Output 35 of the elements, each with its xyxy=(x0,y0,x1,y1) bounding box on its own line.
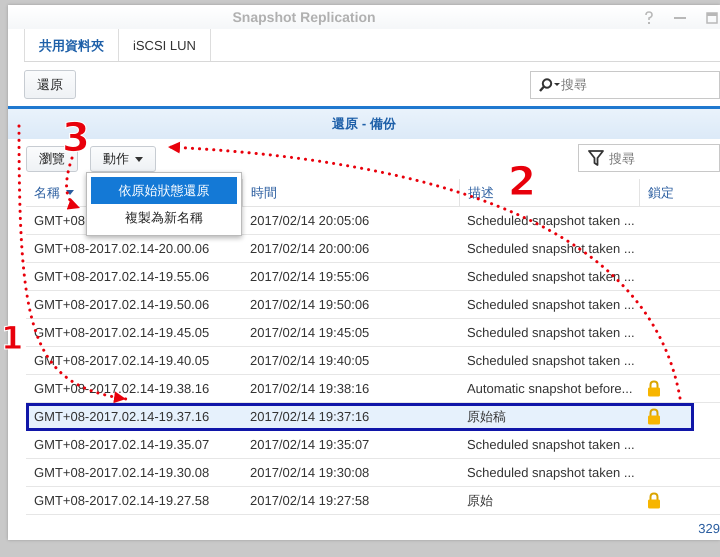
table-cell-text: 2017/02/14 19:38:16 xyxy=(249,381,370,396)
table-cell-text: 2017/02/14 19:37:16 xyxy=(249,409,370,424)
table-cell-text: GMT+08-2017.02.14-19.30.08 xyxy=(33,465,210,480)
table-cell-text: GMT+08 xyxy=(33,213,85,228)
panel-title: 還原 - 備份 xyxy=(332,115,396,133)
table-cell-text: 2017/02/14 19:30:08 xyxy=(249,465,370,480)
table-cell-text: 2017/02/14 19:40:05 xyxy=(249,353,370,368)
table-cell-text: 2017/02/14 19:45:05 xyxy=(249,325,370,340)
table-cell-text: Automatic snapshot before... xyxy=(466,381,632,396)
table-cell-text: 2017/02/14 20:00:06 xyxy=(249,241,370,256)
table-cell-text: GMT+08-2017.02.14-19.55.06 xyxy=(33,269,210,284)
table-cell-text: Scheduled snapshot taken ... xyxy=(466,213,635,228)
table-cell-text: 2017/02/14 19:50:06 xyxy=(249,297,370,312)
table-cell-text: GMT+08-2017.02.14-19.37.16 xyxy=(33,409,210,424)
table-cell-text: GMT+08-2017.02.14-19.35.07 xyxy=(33,437,210,452)
table-cell-text: 2017/02/14 19:27:58 xyxy=(249,493,370,508)
table-cell-text: GMT+08-2017.02.14-20.00.06 xyxy=(33,241,210,256)
window-title: Snapshot Replication xyxy=(232,9,376,25)
table-cell-text: Scheduled snapshot taken ... xyxy=(466,325,635,340)
table-cell-text: Scheduled snapshot taken ... xyxy=(466,353,635,368)
table-cell-text: GMT+08-2017.02.14-19.40.05 xyxy=(33,353,210,368)
table-cell-text: 原始稿 xyxy=(466,408,506,426)
table-cell-text: Scheduled snapshot taken ... xyxy=(466,465,635,480)
table-cell-text: Scheduled snapshot taken ... xyxy=(466,297,635,312)
table-cell-text: 2017/02/14 20:05:06 xyxy=(249,213,370,228)
table-cell-text: 2017/02/14 19:55:06 xyxy=(249,269,370,284)
table-cell-text: 2017/02/14 19:35:07 xyxy=(249,437,370,452)
table-cell-text: Scheduled snapshot taken ... xyxy=(466,241,635,256)
table-cell-text: Scheduled snapshot taken ... xyxy=(466,269,635,284)
table-cell-text: GMT+08-2017.02.14-19.50.06 xyxy=(33,297,210,312)
item-count: 329 xyxy=(698,521,720,536)
table-cell-text: Scheduled snapshot taken ... xyxy=(466,437,635,452)
table-cell-text: GMT+08-2017.02.14-19.45.05 xyxy=(33,325,210,340)
table-cell-text: 原始 xyxy=(466,492,493,510)
table-cell-text: GMT+08-2017.02.14-19.27.58 xyxy=(33,493,210,508)
